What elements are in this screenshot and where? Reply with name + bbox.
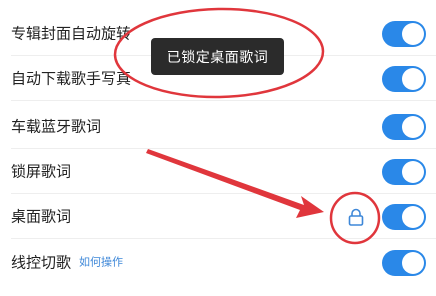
setting-label: 线控切歌 如何操作 xyxy=(11,255,123,270)
setting-row-wire-control[interactable]: 线控切歌 如何操作 xyxy=(0,240,436,285)
toggle-knob xyxy=(402,67,424,90)
setting-label: 专辑封面自动旋转 xyxy=(11,24,132,42)
setting-label: 锁屏歌词 xyxy=(11,162,72,180)
toast-message: 已锁定桌面歌词 xyxy=(151,38,284,75)
lockscreen-lyrics-toggle[interactable] xyxy=(382,158,426,185)
desktop-lyrics-toggle[interactable] xyxy=(382,203,426,230)
settings-page: 专辑封面自动旋转 自动下载歌手写真 车载蓝牙歌词 锁屏歌词 桌面歌词 线控切歌如… xyxy=(0,0,436,296)
lock-icon[interactable] xyxy=(346,207,366,227)
setting-row-desktop-lyrics[interactable]: 桌面歌词 xyxy=(0,194,436,239)
toggle-knob xyxy=(402,115,424,138)
toggle-knob xyxy=(402,160,424,183)
auto-download-photos-toggle[interactable] xyxy=(382,65,426,92)
how-to-link[interactable]: 如何操作 xyxy=(79,255,123,268)
row-divider xyxy=(11,238,436,239)
row-divider xyxy=(11,100,436,101)
setting-label: 桌面歌词 xyxy=(11,207,72,225)
album-cover-rotate-toggle[interactable] xyxy=(382,20,426,47)
setting-label: 车载蓝牙歌词 xyxy=(11,117,102,135)
toggle-knob xyxy=(402,205,424,228)
setting-label: 自动下载歌手写真 xyxy=(11,69,132,87)
toggle-knob xyxy=(402,251,424,274)
setting-row-lockscreen-lyrics[interactable]: 锁屏歌词 xyxy=(0,149,436,194)
wire-control-toggle[interactable] xyxy=(382,249,426,276)
toggle-knob xyxy=(402,22,424,45)
setting-row-car-bluetooth-lyrics[interactable]: 车载蓝牙歌词 xyxy=(0,104,436,149)
car-bluetooth-lyrics-toggle[interactable] xyxy=(382,113,426,140)
setting-label-text: 线控切歌 xyxy=(11,253,72,271)
